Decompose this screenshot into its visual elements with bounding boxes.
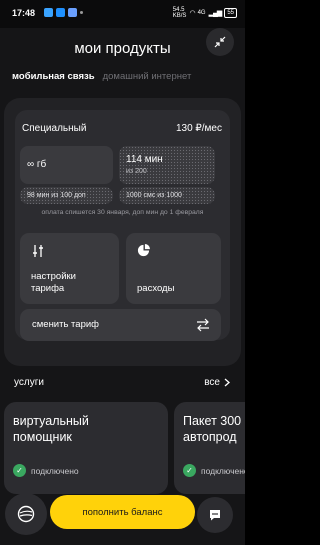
collapse-icon xyxy=(214,36,226,48)
services-title: услуги xyxy=(14,377,44,388)
service-name-line1: Пакет 300 xyxy=(183,414,242,428)
change-tariff-label: сменить тариф xyxy=(32,319,99,330)
services-all-link[interactable]: все xyxy=(204,377,230,388)
internet-tile: ∞ гб xyxy=(20,146,113,184)
wifi-icon: ◠ xyxy=(189,10,195,17)
signal-icon: ▂▄▆ xyxy=(208,10,223,17)
swap-icon xyxy=(197,318,209,332)
service-name-line2: помощник xyxy=(13,430,72,444)
plan-price: 130 ₽/мес xyxy=(175,123,222,134)
tab-mobile[interactable]: мобильная связь xyxy=(12,71,95,82)
pie-chart-icon xyxy=(137,244,150,257)
service-status: ✓ подключено xyxy=(13,464,79,477)
status-bar: 17:48 54.5 KB/S ◠ 4G ▂▄▆ 55 xyxy=(0,0,245,28)
chat-button[interactable] xyxy=(197,497,233,533)
spending-button[interactable]: расходы xyxy=(126,233,221,304)
minutes-total: из 200 xyxy=(126,168,147,175)
service-status-text: подключено xyxy=(31,465,79,476)
minutes-value: 114 мин xyxy=(126,154,163,165)
service-card[interactable]: виртуальный помощник ✓ подключено xyxy=(4,402,168,494)
app-screen: 17:48 54.5 KB/S ◠ 4G ▂▄▆ 55 мои продукты… xyxy=(0,0,245,545)
spending-label: расходы xyxy=(137,283,175,294)
chat-icon xyxy=(210,510,220,521)
change-tariff-button[interactable]: сменить тариф xyxy=(20,309,221,341)
mobile-plan-section: Специальный 130 ₽/мес ∞ гб 114 мин из 20… xyxy=(4,98,241,366)
battery-icon: 55 xyxy=(224,8,237,18)
messenger-icon xyxy=(68,8,77,17)
header: мои продукты xyxy=(0,28,245,68)
sms-tile: 1000 смс из 1000 xyxy=(119,187,215,204)
extra-minutes-tile: 98 мин из 100 доп xyxy=(20,187,113,204)
status-time: 17:48 xyxy=(12,8,36,18)
logo-button[interactable] xyxy=(5,493,47,535)
collapse-button[interactable] xyxy=(206,28,234,56)
sliders-icon xyxy=(33,245,43,257)
notification-icons xyxy=(44,8,83,17)
internet-value: ∞ гб xyxy=(27,159,47,170)
tariff-settings-line2: тарифа xyxy=(31,283,65,294)
service-name: Пакет 300 автопрод xyxy=(183,413,241,445)
services-all-label: все xyxy=(204,377,220,388)
topup-balance-button[interactable]: пополнить баланс xyxy=(50,495,195,529)
service-name-line1: виртуальный xyxy=(13,414,89,428)
check-icon: ✓ xyxy=(183,464,196,477)
service-card[interactable]: Пакет 300 автопрод ✓ подключено xyxy=(174,402,245,494)
network-type: 4G xyxy=(197,10,206,16)
payment-note: оплата спишется 30 января, доп мин до 1 … xyxy=(41,209,204,216)
tab-home-internet[interactable]: домашний интернет xyxy=(103,71,192,82)
status-right: 54.5 KB/S ◠ 4G ▂▄▆ 55 xyxy=(173,7,237,19)
vk-icon xyxy=(44,8,53,17)
chevron-right-icon xyxy=(224,378,230,387)
plan-name: Специальный xyxy=(22,123,87,134)
dot-icon xyxy=(80,11,83,14)
minutes-tile: 114 мин из 200 xyxy=(119,146,215,184)
service-status-text: подключено xyxy=(201,465,245,476)
telegram-icon xyxy=(56,8,65,17)
tariff-settings-label: настройки тарифа xyxy=(31,271,76,295)
service-name: виртуальный помощник xyxy=(13,413,89,445)
tariff-settings-line1: настройки xyxy=(31,271,76,282)
product-tabs: мобильная связь домашний интернет xyxy=(12,71,191,82)
service-status: ✓ подключено xyxy=(183,464,245,477)
brand-logo-icon xyxy=(17,505,35,523)
check-icon: ✓ xyxy=(13,464,26,477)
tariff-card[interactable]: Специальный 130 ₽/мес ∞ гб 114 мин из 20… xyxy=(15,110,230,340)
service-name-line2: автопрод xyxy=(183,430,237,444)
net-speed: 54.5 KB/S xyxy=(172,7,187,19)
tariff-settings-button[interactable]: настройки тарифа xyxy=(20,233,119,304)
extra-minutes-value: 98 мин из 100 доп xyxy=(27,192,86,199)
sms-value: 1000 смс из 1000 xyxy=(126,192,182,199)
